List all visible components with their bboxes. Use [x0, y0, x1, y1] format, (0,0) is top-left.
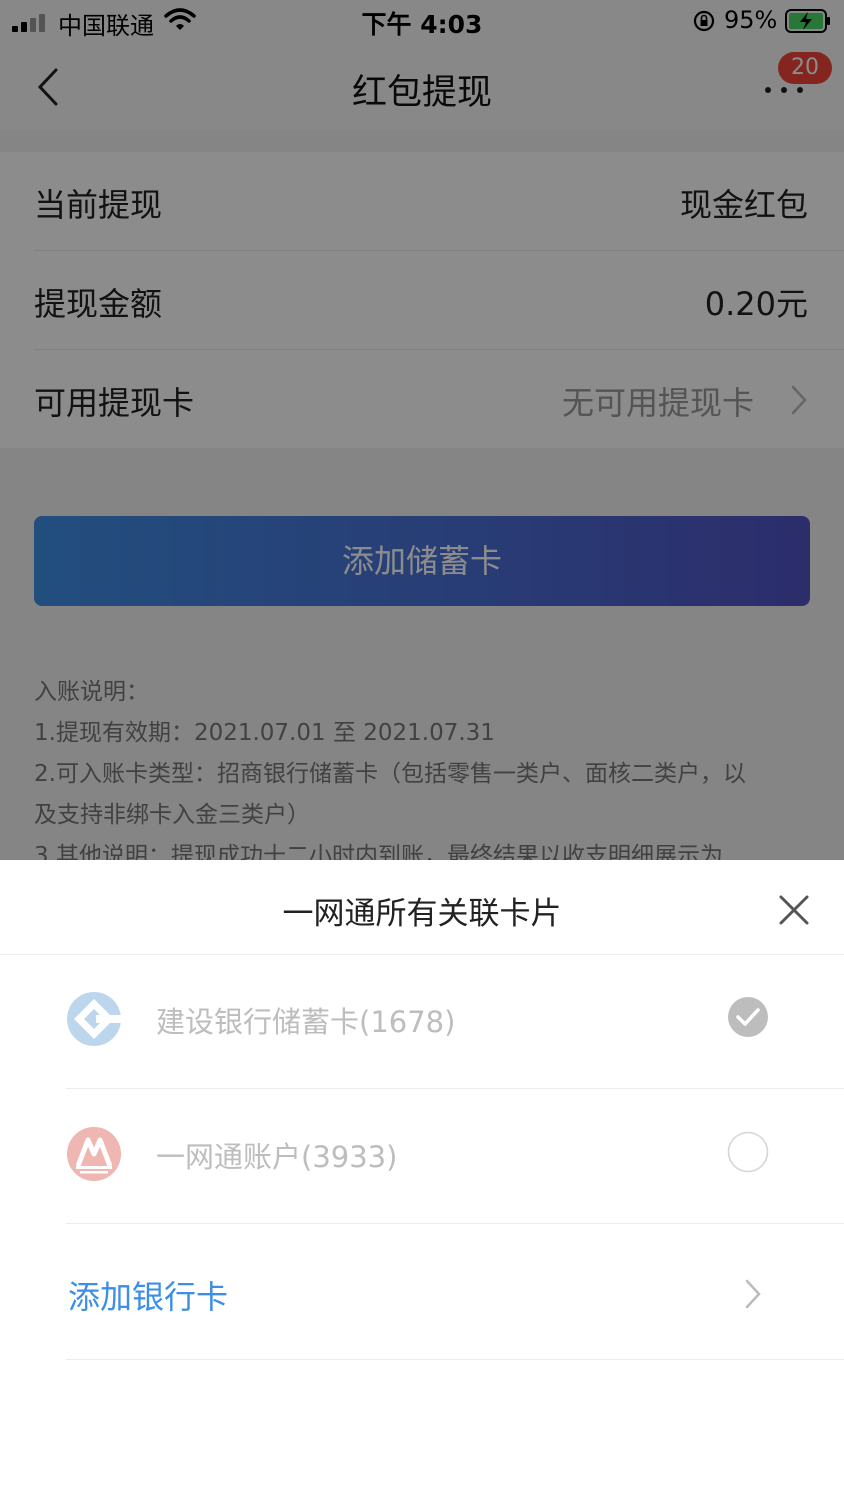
card-select-sheet: 一网通所有关联卡片 建设银行储蓄卡(1678) 一网通账户(3933) 添加银行… [0, 860, 844, 1500]
radio-empty-icon [727, 1131, 769, 1173]
card-name: 一网通账户(3933) [156, 1140, 398, 1174]
divider [66, 1359, 844, 1360]
checkmark-circle-icon [728, 997, 768, 1037]
sheet-title: 一网通所有关联卡片 [282, 896, 562, 932]
cmb-bank-logo-icon [67, 1127, 121, 1181]
add-bank-card-link[interactable]: 添加银行卡 [68, 1272, 228, 1318]
card-option-ccb[interactable]: 建设银行储蓄卡(1678) [0, 955, 844, 1089]
divider [66, 1223, 844, 1224]
modal-backdrop[interactable] [0, 0, 844, 860]
chevron-right-icon [745, 1279, 761, 1309]
ccb-bank-logo-icon [67, 992, 122, 1046]
card-name: 建设银行储蓄卡(1678) [156, 1005, 456, 1039]
close-icon[interactable] [776, 892, 812, 928]
page: 中国联通 下午 4:03 95% 红包提现 20 当前提现 现金红包 提现金额 … [0, 0, 844, 1500]
sheet-header: 一网通所有关联卡片 [0, 860, 844, 955]
card-option-cmb[interactable]: 一网通账户(3933) [0, 1090, 844, 1224]
divider [66, 1088, 844, 1089]
